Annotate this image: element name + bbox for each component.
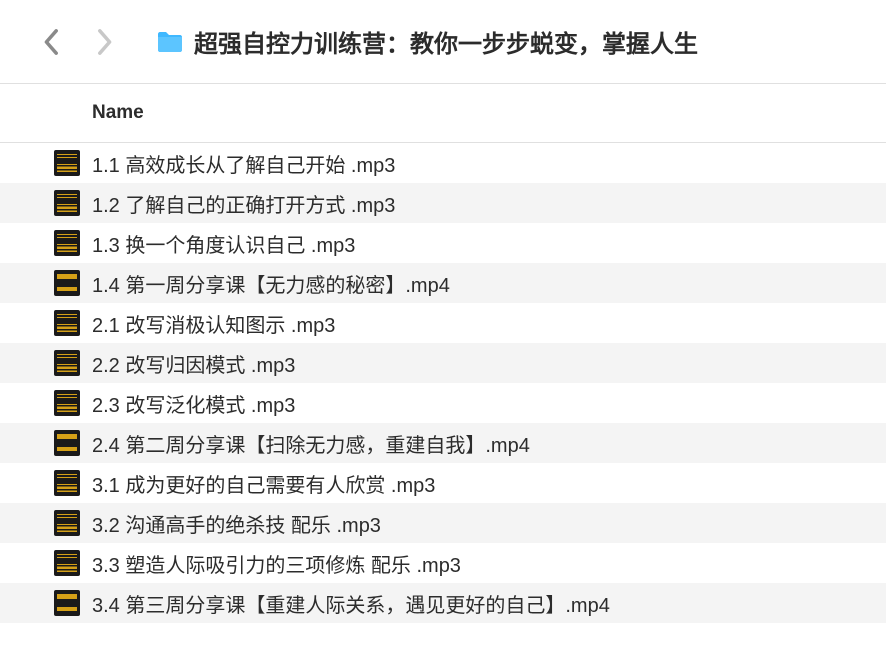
- audio-file-icon: [54, 390, 80, 416]
- audio-file-icon: [54, 350, 80, 376]
- file-row[interactable]: 2.3 改写泛化模式 .mp3: [0, 383, 886, 423]
- toolbar: 超强自控力训练营：教你一步步蜕变，掌握人生: [0, 0, 886, 84]
- file-row[interactable]: 2.1 改写消极认知图示 .mp3: [0, 303, 886, 343]
- file-row[interactable]: 3.4 第三周分享课【重建人际关系，遇见更好的自己】.mp4: [0, 583, 886, 623]
- file-row[interactable]: 2.2 改写归因模式 .mp3: [0, 343, 886, 383]
- file-name: 3.4 第三周分享课【重建人际关系，遇见更好的自己】.mp4: [92, 589, 610, 618]
- file-list: 1.1 高效成长从了解自己开始 .mp3 1.2 了解自己的正确打开方式 .mp…: [0, 143, 886, 623]
- audio-file-icon: [54, 310, 80, 336]
- file-name: 2.2 改写归因模式 .mp3: [92, 349, 295, 378]
- video-file-icon: [54, 270, 80, 296]
- file-name: 2.1 改写消极认知图示 .mp3: [92, 309, 335, 338]
- file-name: 2.3 改写泛化模式 .mp3: [92, 389, 295, 418]
- back-button[interactable]: [40, 30, 64, 54]
- chevron-right-icon: [95, 28, 113, 56]
- audio-file-icon: [54, 510, 80, 536]
- file-name: 1.3 换一个角度认识自己 .mp3: [92, 229, 355, 258]
- file-row[interactable]: 3.2 沟通高手的绝杀技 配乐 .mp3: [0, 503, 886, 543]
- folder-title: 超强自控力训练营：教你一步步蜕变，掌握人生: [156, 24, 698, 59]
- file-row[interactable]: 1.2 了解自己的正确打开方式 .mp3: [0, 183, 886, 223]
- nav-buttons: [40, 30, 116, 54]
- audio-file-icon: [54, 550, 80, 576]
- file-row[interactable]: 3.1 成为更好的自己需要有人欣赏 .mp3: [0, 463, 886, 503]
- file-name: 3.1 成为更好的自己需要有人欣赏 .mp3: [92, 469, 435, 498]
- file-row[interactable]: 3.3 塑造人际吸引力的三项修炼 配乐 .mp3: [0, 543, 886, 583]
- file-name: 2.4 第二周分享课【扫除无力感，重建自我】.mp4: [92, 429, 530, 458]
- column-header-name[interactable]: Name: [92, 102, 144, 124]
- chevron-left-icon: [43, 28, 61, 56]
- audio-file-icon: [54, 190, 80, 216]
- file-name: 1.4 第一周分享课【无力感的秘密】.mp4: [92, 269, 450, 298]
- video-file-icon: [54, 590, 80, 616]
- audio-file-icon: [54, 470, 80, 496]
- file-row[interactable]: 1.4 第一周分享课【无力感的秘密】.mp4: [0, 263, 886, 303]
- file-row[interactable]: 1.3 换一个角度认识自己 .mp3: [0, 223, 886, 263]
- audio-file-icon: [54, 230, 80, 256]
- file-name: 1.1 高效成长从了解自己开始 .mp3: [92, 149, 395, 178]
- audio-file-icon: [54, 150, 80, 176]
- file-row[interactable]: 2.4 第二周分享课【扫除无力感，重建自我】.mp4: [0, 423, 886, 463]
- video-file-icon: [54, 430, 80, 456]
- file-name: 3.2 沟通高手的绝杀技 配乐 .mp3: [92, 509, 381, 538]
- column-header-row: Name: [0, 84, 886, 143]
- file-name: 3.3 塑造人际吸引力的三项修炼 配乐 .mp3: [92, 549, 461, 578]
- forward-button[interactable]: [92, 30, 116, 54]
- folder-icon: [156, 30, 184, 54]
- file-row[interactable]: 1.1 高效成长从了解自己开始 .mp3: [0, 143, 886, 183]
- folder-name: 超强自控力训练营：教你一步步蜕变，掌握人生: [194, 24, 698, 59]
- file-name: 1.2 了解自己的正确打开方式 .mp3: [92, 189, 395, 218]
